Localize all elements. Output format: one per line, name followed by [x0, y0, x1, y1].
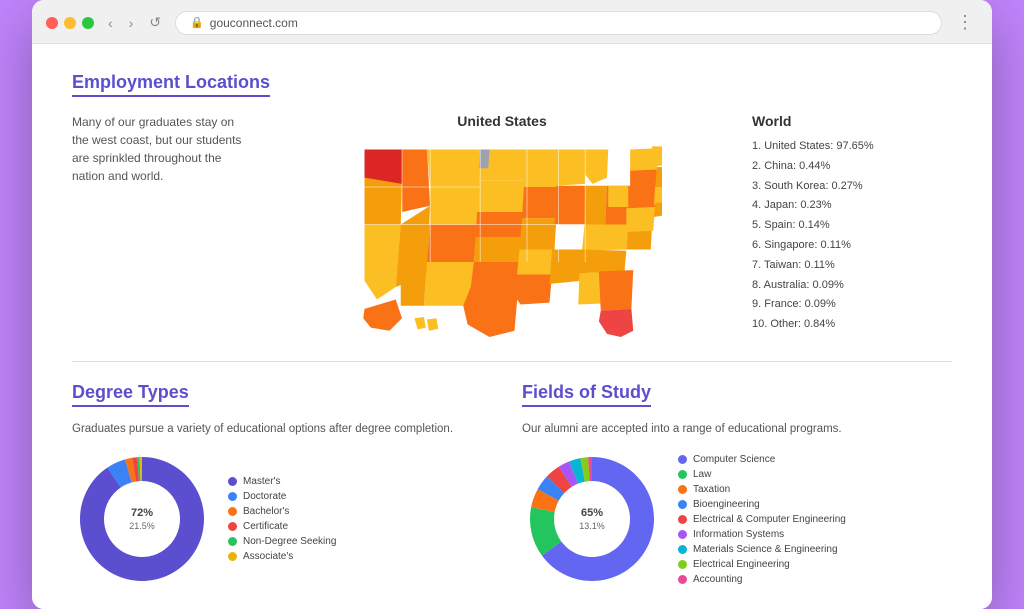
legend-item: Accounting — [678, 574, 846, 585]
legend-dot — [228, 522, 237, 531]
legend-item: Certificate — [228, 521, 336, 532]
legend-item: Doctorate — [228, 491, 336, 502]
legend-dot — [678, 515, 687, 524]
browser-chrome: ‹ › ↺ 🔒 gouconnect.com ⋮ — [32, 0, 992, 44]
legend-item: Master's — [228, 476, 336, 487]
world-list-item: 3. South Korea: 0.27% — [752, 177, 952, 197]
degree-legend: Master'sDoctorateBachelor'sCertificateNo… — [228, 476, 336, 562]
back-button[interactable]: ‹ — [104, 13, 117, 33]
page-content: Employment Locations Many of our graduat… — [32, 44, 992, 609]
traffic-lights — [46, 17, 94, 29]
world-list: 1. United States: 97.65%2. China: 0.44%3… — [752, 137, 952, 335]
legend-dot — [678, 500, 687, 509]
world-list-item: 6. Singapore: 0.11% — [752, 236, 952, 256]
legend-dot — [678, 560, 687, 569]
degree-chart-area: 72% 21.5% Master's Doctorate Bachelor's Cert… — [72, 449, 502, 589]
world-list-item: 5. Spain: 0.14% — [752, 216, 952, 236]
degree-section: Degree Types Graduates pursue a variety … — [72, 382, 502, 589]
legend-item: Law — [678, 469, 846, 480]
usa-map — [342, 137, 662, 337]
world-list-item: 4. Japan: 0.23% — [752, 196, 952, 216]
legend-label: Accounting — [693, 574, 742, 585]
legend-label: Master's — [243, 476, 280, 487]
legend-item: Bioengineering — [678, 499, 846, 510]
legend-label: Materials Science & Engineering — [693, 544, 838, 555]
legend-item: Electrical Engineering — [678, 559, 846, 570]
legend-item: Taxation — [678, 484, 846, 495]
fields-legend: Computer Science Law Taxation Bioengineerin… — [678, 454, 846, 585]
legend-item: Materials Science & Engineering — [678, 544, 846, 555]
bottom-sections: Degree Types Graduates pursue a variety … — [72, 382, 952, 589]
lock-icon: 🔒 — [190, 16, 204, 29]
svg-text:72%: 72% — [131, 507, 153, 519]
legend-label: Law — [693, 469, 711, 480]
legend-dot — [678, 530, 687, 539]
legend-dot — [678, 545, 687, 554]
world-list-item: 9. France: 0.09% — [752, 295, 952, 315]
url-text: gouconnect.com — [210, 16, 298, 30]
legend-label: Certificate — [243, 521, 288, 532]
legend-item: Electrical & Computer Engineering — [678, 514, 846, 525]
map-container: United States — [272, 113, 732, 337]
employment-description: Many of our graduates stay on the west c… — [72, 113, 252, 185]
fields-title: Fields of Study — [522, 382, 651, 407]
legend-dot — [228, 492, 237, 501]
fields-donut-chart: 65% 13.1% — [522, 449, 662, 589]
forward-button[interactable]: › — [125, 13, 138, 33]
fields-chart-area: 65% 13.1% Computer Science Law Taxation Bioe… — [522, 449, 952, 589]
svg-text:21.5%: 21.5% — [129, 521, 155, 531]
world-list-item: 8. Australia: 0.09% — [752, 276, 952, 296]
legend-label: Computer Science — [693, 454, 775, 465]
world-title: World — [752, 113, 952, 129]
legend-dot — [228, 537, 237, 546]
legend-dot — [678, 485, 687, 494]
minimize-button[interactable] — [64, 17, 76, 29]
employment-title: Employment Locations — [72, 72, 270, 97]
legend-label: Taxation — [693, 484, 730, 495]
map-title: United States — [457, 113, 546, 129]
legend-label: Associate's — [243, 551, 293, 562]
refresh-button[interactable]: ↺ — [145, 12, 165, 33]
world-stats: World 1. United States: 97.65%2. China: … — [752, 113, 952, 335]
more-options-button[interactable]: ⋮ — [952, 10, 978, 35]
world-list-item: 1. United States: 97.65% — [752, 137, 952, 157]
legend-dot — [228, 507, 237, 516]
legend-item: Associate's — [228, 551, 336, 562]
close-button[interactable] — [46, 17, 58, 29]
maximize-button[interactable] — [82, 17, 94, 29]
world-list-item: 2. China: 0.44% — [752, 157, 952, 177]
legend-item: Bachelor's — [228, 506, 336, 517]
legend-label: Electrical & Computer Engineering — [693, 514, 846, 525]
browser-window: ‹ › ↺ 🔒 gouconnect.com ⋮ Employment Loca… — [32, 0, 992, 609]
legend-label: Bachelor's — [243, 506, 289, 517]
legend-item: Computer Science — [678, 454, 846, 465]
legend-dot — [678, 575, 687, 584]
legend-dot — [678, 470, 687, 479]
fields-section: Fields of Study Our alumni are accepted … — [522, 382, 952, 589]
legend-dot — [678, 455, 687, 464]
legend-dot — [228, 477, 237, 486]
legend-label: Bioengineering — [693, 499, 760, 510]
svg-text:13.1%: 13.1% — [579, 521, 605, 531]
section-divider — [72, 361, 952, 362]
legend-dot — [228, 552, 237, 561]
address-bar[interactable]: 🔒 gouconnect.com — [175, 11, 942, 35]
nav-buttons: ‹ › ↺ — [104, 12, 165, 33]
svg-text:65%: 65% — [581, 507, 603, 519]
employment-section: Many of our graduates stay on the west c… — [72, 113, 952, 337]
fields-description: Our alumni are accepted into a range of … — [522, 423, 952, 435]
degree-title: Degree Types — [72, 382, 189, 407]
legend-label: Electrical Engineering — [693, 559, 790, 570]
legend-label: Doctorate — [243, 491, 286, 502]
degree-donut-chart: 72% 21.5% — [72, 449, 212, 589]
employment-text: Many of our graduates stay on the west c… — [72, 113, 252, 185]
world-list-item: 10. Other: 0.84% — [752, 315, 952, 335]
world-list-item: 7. Taiwan: 0.11% — [752, 256, 952, 276]
degree-description: Graduates pursue a variety of educationa… — [72, 423, 502, 435]
